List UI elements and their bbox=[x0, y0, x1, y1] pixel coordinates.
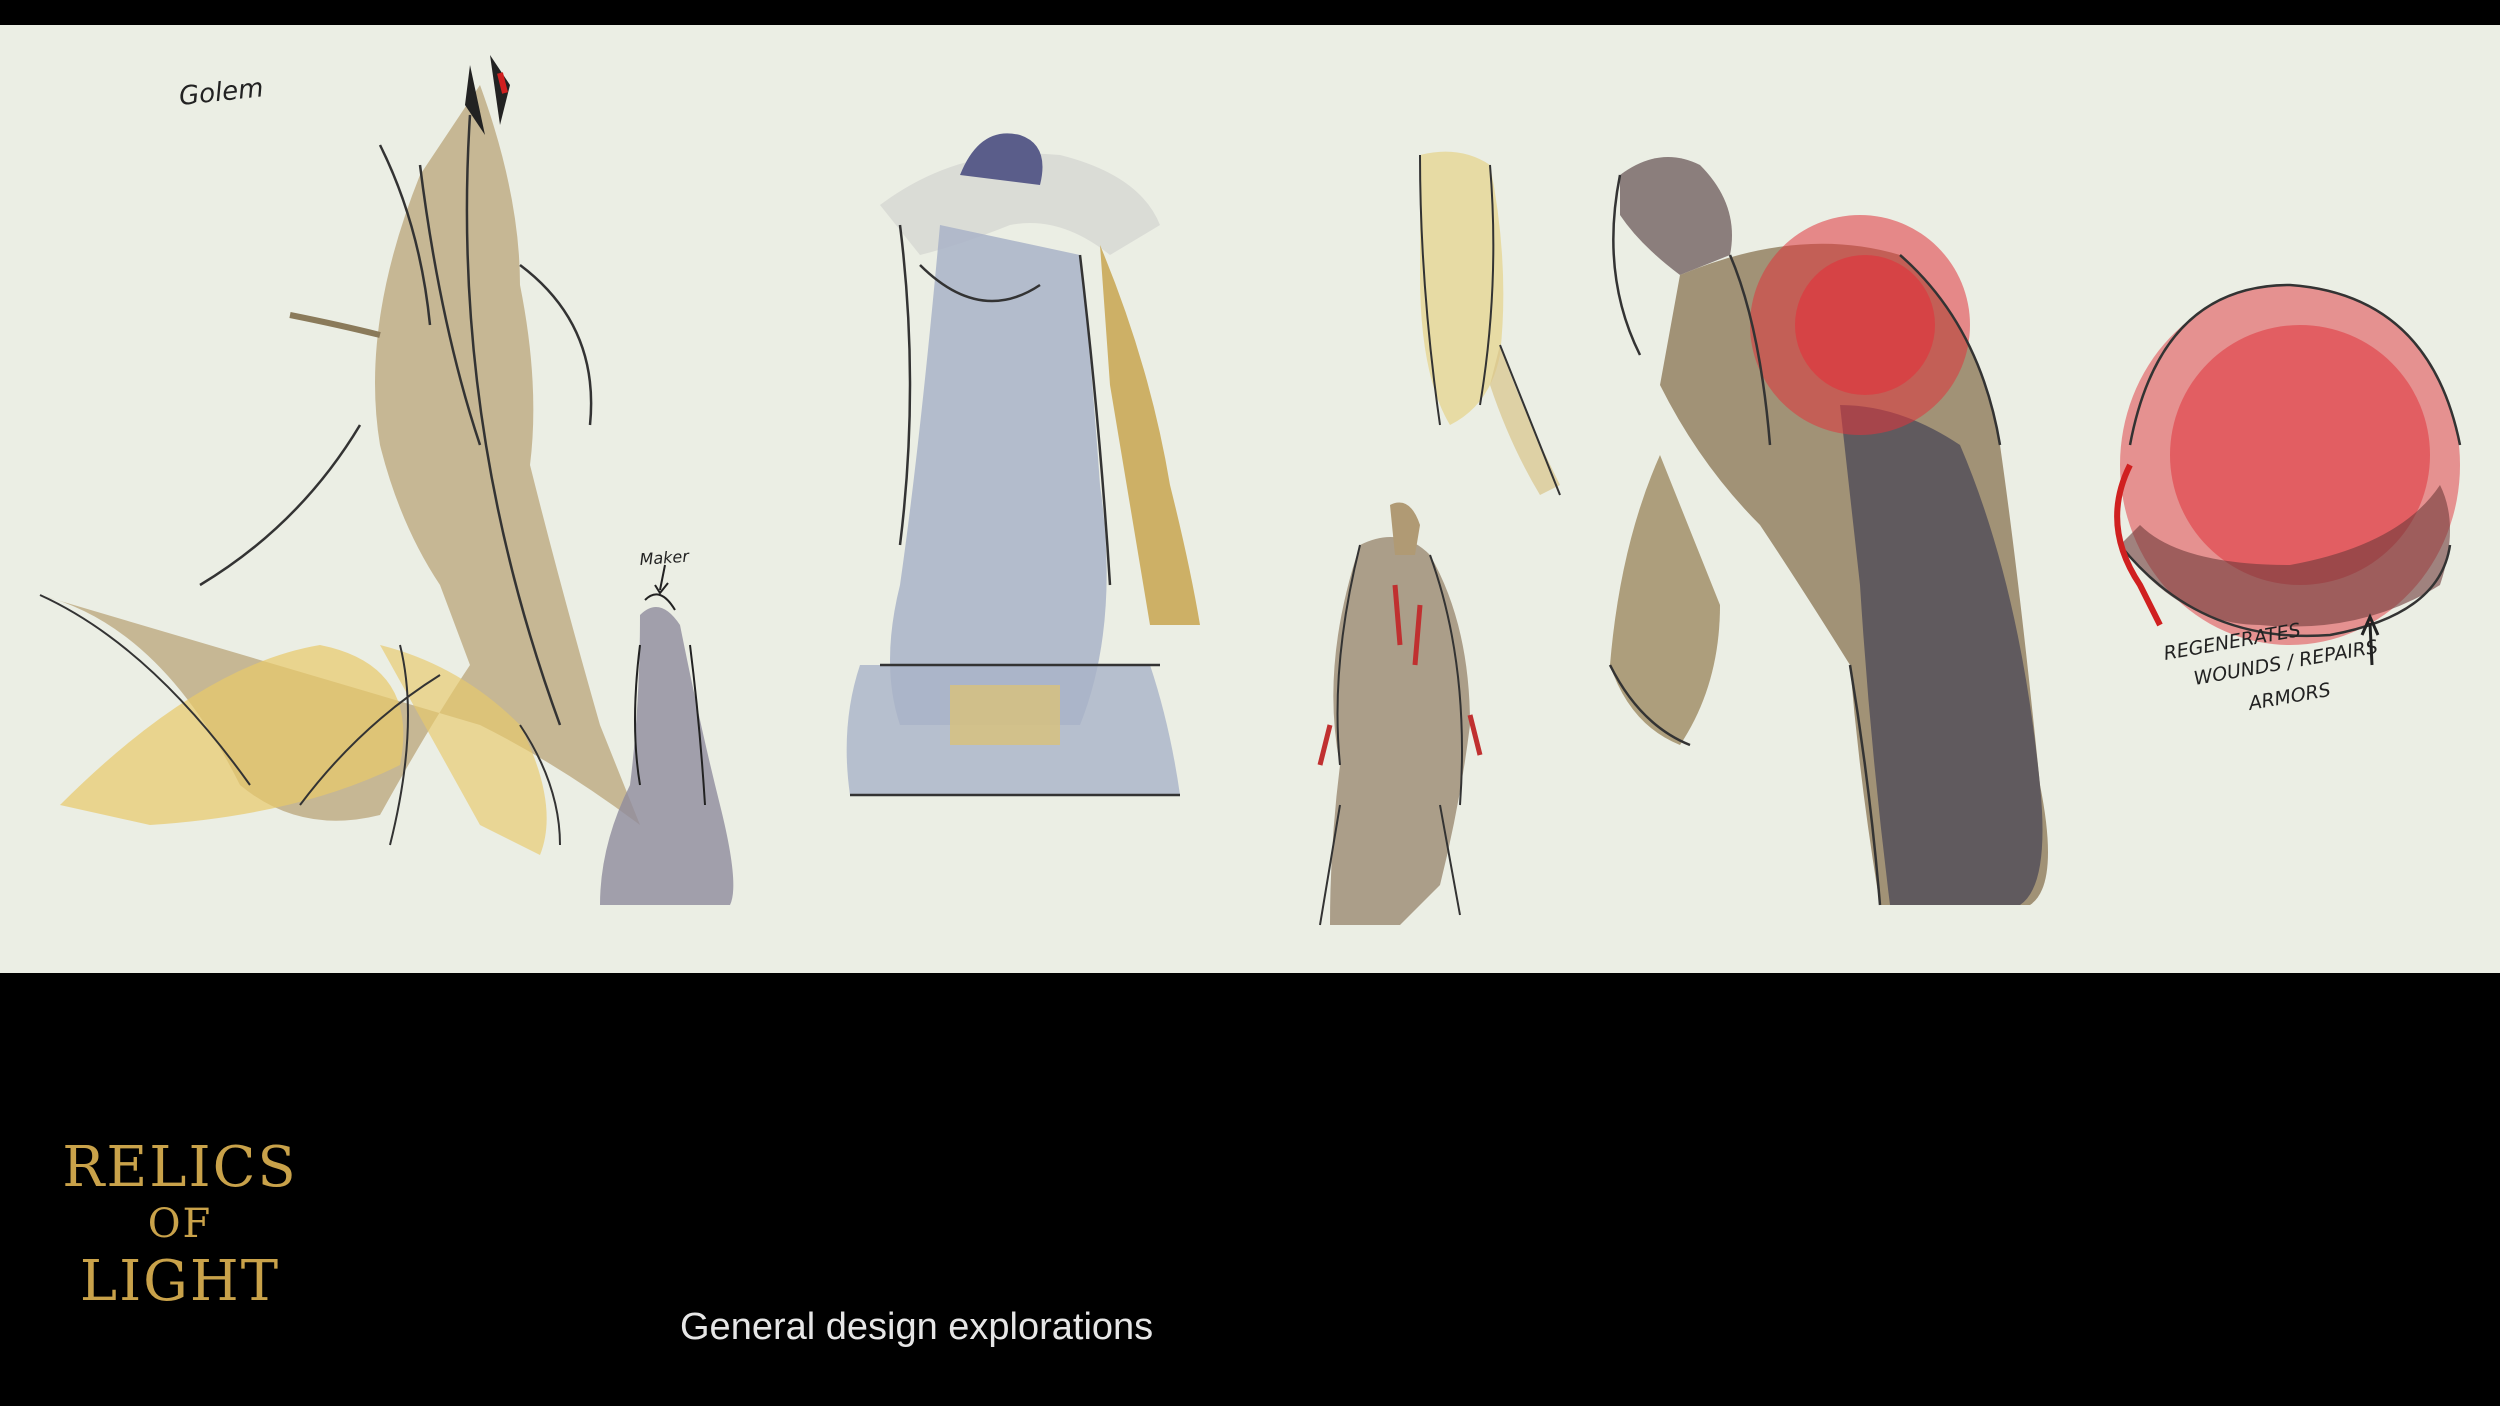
golem-sketch bbox=[39, 55, 640, 855]
relics-of-light-logo: RELICS OF LIGHT bbox=[60, 1140, 300, 1310]
golem-note: Golem bbox=[178, 73, 265, 112]
concept-sketches-illustration: Golem Maker REGENERATES WOUNDS / REPAIRS… bbox=[39, 55, 2462, 926]
cape-sketch bbox=[1419, 151, 1561, 496]
statue-sketch bbox=[846, 133, 1200, 797]
concept-sketch-panel: Golem Maker REGENERATES WOUNDS / REPAIRS… bbox=[0, 25, 2500, 973]
logo-line-light: LIGHT bbox=[79, 1249, 281, 1314]
logo-line-of: OF bbox=[147, 1201, 213, 1247]
armored-figure-sketch bbox=[1317, 502, 1483, 926]
red-orb-sketch bbox=[2114, 283, 2462, 645]
maker-note: Maker bbox=[639, 546, 691, 568]
hooded-warrior-sketch bbox=[1608, 157, 2048, 906]
logo-line-relics: RELICS bbox=[62, 1135, 298, 1200]
regen-note-line3: ARMORS bbox=[2245, 679, 2332, 715]
page-caption: General design explorations bbox=[680, 1306, 1154, 1348]
maker-sketch bbox=[600, 564, 734, 905]
